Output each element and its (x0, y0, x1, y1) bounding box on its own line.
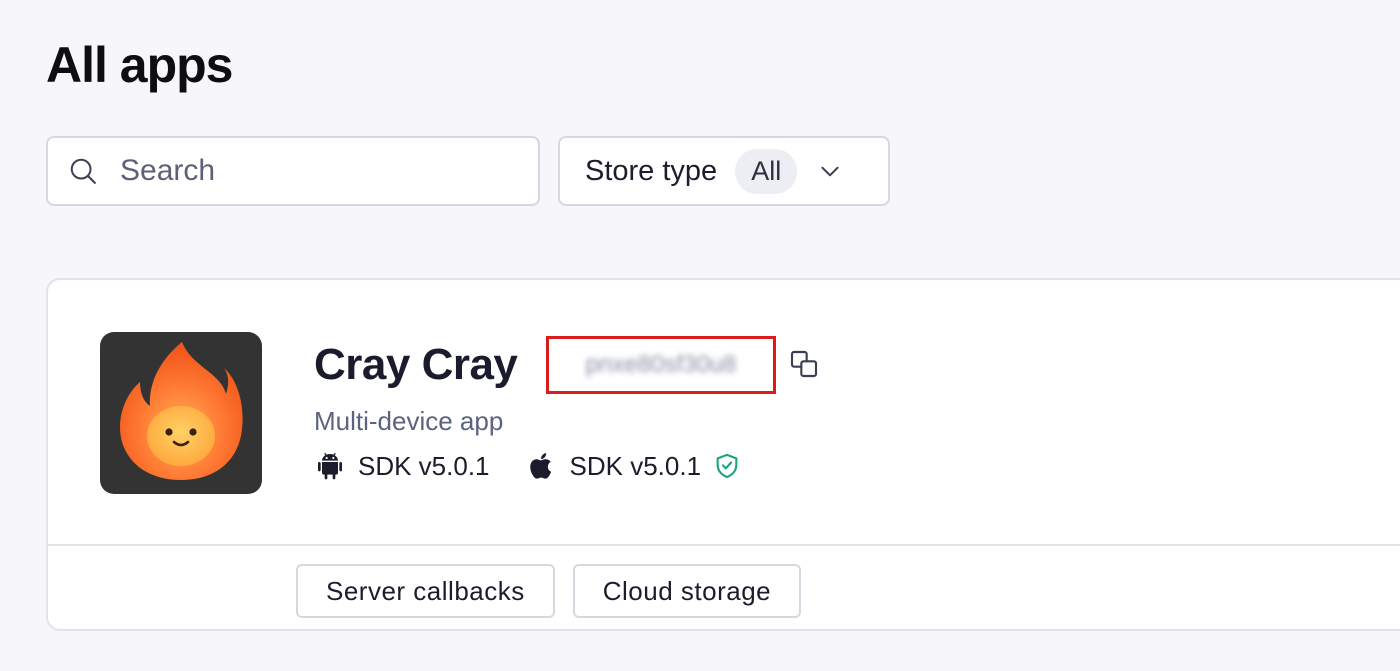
server-callbacks-button[interactable]: Server callbacks (296, 564, 555, 618)
page-title: All apps (46, 37, 233, 93)
ios-sdk: SDK v5.0.1 (526, 450, 742, 482)
sdk-versions: SDK v5.0.1 SDK v5.0.1 (314, 450, 741, 482)
app-id-redacted: pnxe80sf30u8 (585, 351, 737, 378)
flame-mascot-icon (120, 342, 243, 480)
android-icon (318, 452, 342, 480)
copy-icon[interactable] (788, 348, 820, 380)
chevron-down-icon (821, 166, 839, 177)
apple-icon (529, 453, 551, 479)
android-sdk: SDK v5.0.1 (314, 450, 490, 482)
app-card[interactable]: Cray Cray pnxe80sf30u8 Multi-device app … (46, 278, 1400, 631)
card-actions: Server callbacks Cloud storage (296, 564, 802, 618)
search-icon (70, 158, 96, 184)
store-type-label: Store type (585, 154, 718, 187)
app-id-highlight: pnxe80sf30u8 (546, 336, 776, 394)
app-logo (100, 332, 262, 494)
verified-shield-icon (716, 453, 738, 479)
ios-sdk-label: SDK v5.0.1 (569, 450, 702, 481)
store-type-dropdown[interactable]: Store type All (558, 136, 890, 206)
app-name: Cray Cray (314, 340, 518, 389)
card-divider (48, 544, 1400, 546)
search-input[interactable] (120, 154, 500, 188)
app-type: Multi-device app (314, 406, 504, 436)
android-sdk-label: SDK v5.0.1 (358, 450, 490, 481)
search-field[interactable] (46, 136, 540, 206)
store-type-value-pill: All (735, 148, 798, 194)
cloud-storage-button[interactable]: Cloud storage (572, 564, 802, 618)
